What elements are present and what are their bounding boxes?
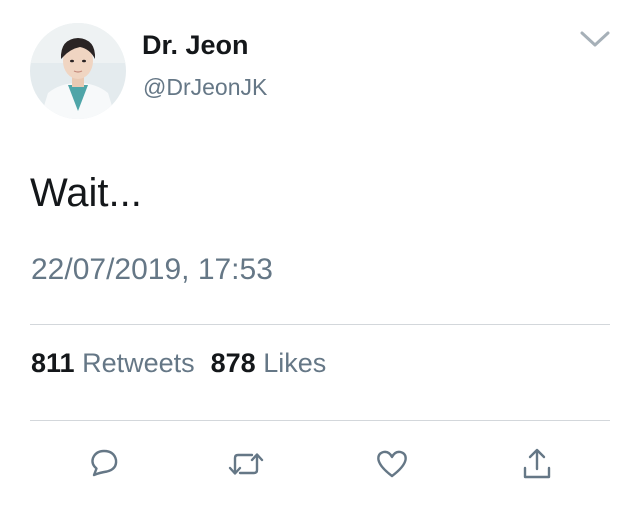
share-button[interactable] [517,444,557,484]
share-icon [523,448,551,479]
avatar[interactable] [30,23,126,119]
tweet-text: Wait... [30,171,142,215]
retweet-icon [228,453,264,475]
reply-icon [91,449,118,477]
avatar-photo [30,23,126,119]
tweet-stats: 811 Retweets 878 Likes [31,348,326,379]
reply-button[interactable] [84,444,124,484]
retweets-stat[interactable]: 811 Retweets [31,348,195,378]
user-handle[interactable]: @DrJeonJK [143,74,267,101]
retweets-label: Retweets [82,348,195,378]
retweet-button[interactable] [226,444,266,484]
tweet-timestamp[interactable]: 22/07/2019, 17:53 [31,253,273,287]
chevron-down-icon[interactable] [578,26,612,52]
heart-icon [377,450,407,478]
divider [30,324,610,325]
likes-count: 878 [210,348,256,378]
retweets-count: 811 [31,348,75,378]
likes-stat[interactable]: 878 Likes [211,348,327,378]
likes-label: Likes [263,348,327,378]
like-button[interactable] [372,444,412,484]
display-name[interactable]: Dr. Jeon [142,30,249,61]
tweet-card: Dr. Jeon @DrJeonJK Wait... 22/07/2019, 1… [0,0,640,512]
divider [30,420,610,421]
